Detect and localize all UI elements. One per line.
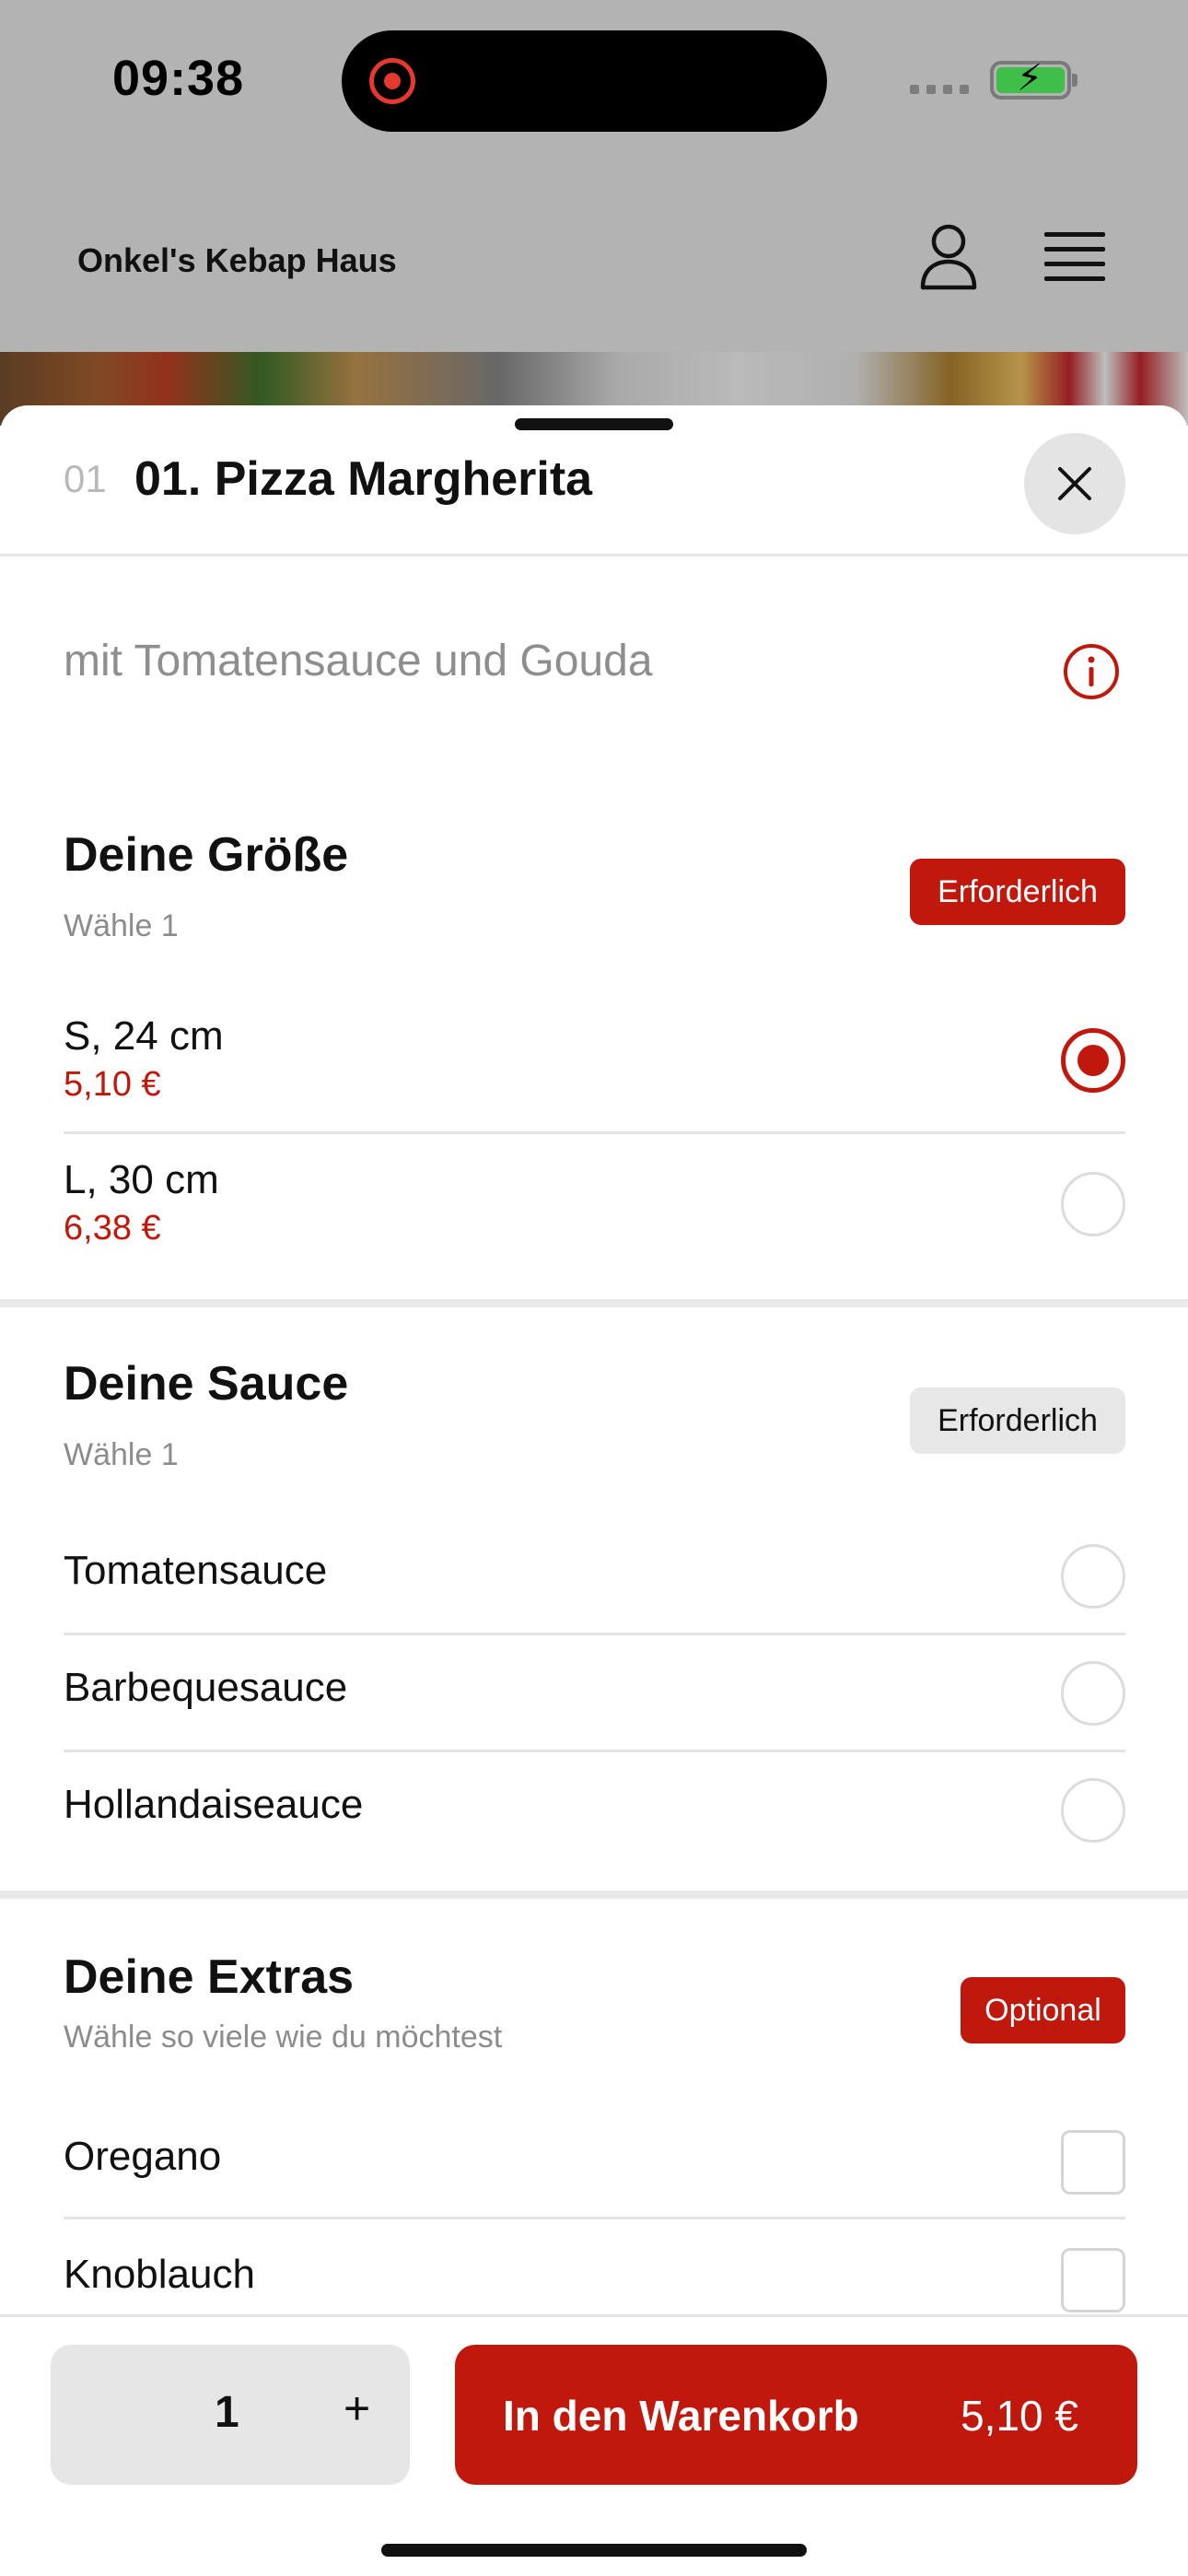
- section-separator: [0, 1299, 1188, 1307]
- quantity-stepper: 1 +: [51, 2345, 410, 2485]
- extras-option-knoblauch[interactable]: Knoblauch: [64, 2252, 255, 2298]
- add-to-cart-button[interactable]: In den Warenkorb 5,10 €: [455, 2345, 1137, 2485]
- status-time: 09:38: [112, 51, 245, 106]
- quantity-value: 1: [215, 2388, 239, 2437]
- extras-section-subtitle: Wähle so viele wie du möchtest: [64, 2020, 503, 2055]
- size-section-title: Deine Größe: [64, 828, 349, 882]
- section-separator: [0, 1891, 1188, 1899]
- divider: [64, 1131, 1125, 1134]
- extras-optional-badge: Optional: [961, 1977, 1125, 2043]
- sauce-option-barbequesauce-radio[interactable]: [1061, 1661, 1125, 1726]
- sauce-option-hollandaiseauce[interactable]: Hollandaiseauce: [64, 1782, 363, 1828]
- sauce-required-badge: Erforderlich: [910, 1388, 1125, 1454]
- restaurant-name[interactable]: Onkel's Kebap Haus: [77, 241, 397, 280]
- item-number: 01: [64, 457, 107, 500]
- size-option-s-name[interactable]: S, 24 cm: [64, 1013, 224, 1060]
- add-to-cart-price: 5,10 €: [961, 2392, 1078, 2440]
- action-bar: 1 + In den Warenkorb 5,10 €: [0, 2314, 1188, 2576]
- hamburger-menu-icon[interactable]: [1044, 232, 1105, 284]
- sauce-option-hollandaiseauce-radio[interactable]: [1061, 1778, 1125, 1843]
- add-to-cart-label: In den Warenkorb: [503, 2392, 859, 2440]
- size-section-subtitle: Wähle 1: [64, 908, 179, 943]
- product-options-sheet: 01 01. Pizza Margherita mit Tomatensauce…: [0, 405, 1188, 2576]
- record-indicator-icon: [369, 58, 415, 104]
- sheet-header: 01 01. Pizza Margherita: [0, 405, 1188, 556]
- close-button[interactable]: [1024, 433, 1125, 534]
- item-description: mit Tomatensauce und Gouda: [64, 637, 653, 685]
- sauce-section-subtitle: Wähle 1: [64, 1437, 179, 1472]
- item-title: 01. Pizza Margherita: [134, 452, 593, 506]
- size-option-l-price: 6,38 €: [64, 1209, 161, 1247]
- size-option-l-radio[interactable]: [1061, 1172, 1125, 1236]
- sauce-option-barbequesauce[interactable]: Barbequesauce: [64, 1665, 347, 1711]
- sauce-section-title: Deine Sauce: [64, 1357, 349, 1411]
- size-option-s-price: 5,10 €: [64, 1065, 161, 1104]
- background-page: 09:38 ⚡ Onkel's Kebap Haus: [0, 0, 1188, 352]
- info-icon[interactable]: [1063, 643, 1120, 700]
- extras-option-oregano-checkbox[interactable]: [1061, 2130, 1125, 2195]
- sauce-option-tomatensauce-radio[interactable]: [1061, 1544, 1125, 1609]
- user-icon[interactable]: [919, 223, 978, 291]
- size-option-s-radio[interactable]: [1061, 1028, 1125, 1093]
- sauce-option-tomatensauce[interactable]: Tomatensauce: [64, 1548, 327, 1594]
- signal-icon: [910, 85, 969, 94]
- quantity-plus-button[interactable]: +: [344, 2382, 370, 2435]
- extras-option-knoblauch-checkbox[interactable]: [1061, 2248, 1125, 2313]
- home-indicator[interactable]: [381, 2544, 807, 2557]
- divider: [64, 1750, 1125, 1752]
- size-required-badge: Erforderlich: [910, 859, 1125, 925]
- dynamic-island: [342, 30, 827, 132]
- divider: [64, 2217, 1125, 2219]
- close-icon: [1058, 467, 1091, 500]
- size-option-l-name[interactable]: L, 30 cm: [64, 1157, 219, 1203]
- extras-option-oregano[interactable]: Oregano: [64, 2134, 221, 2180]
- battery-charging-icon: ⚡: [990, 60, 1077, 100]
- divider: [64, 1633, 1125, 1635]
- extras-section-title: Deine Extras: [64, 1950, 355, 2004]
